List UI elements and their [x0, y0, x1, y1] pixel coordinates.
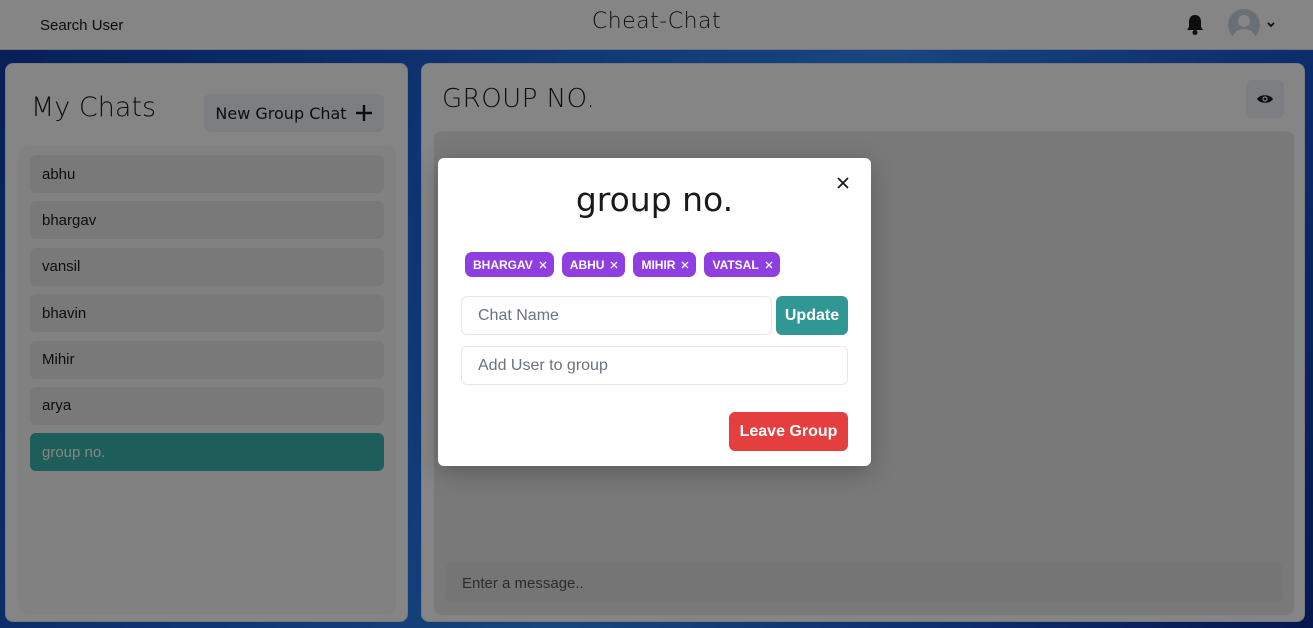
close-button[interactable] — [832, 172, 854, 194]
member-badge: ABHU — [561, 252, 626, 277]
chat-name-input[interactable] — [461, 296, 772, 335]
member-name: ABHU — [569, 257, 605, 272]
member-name: MIHIR — [641, 257, 676, 272]
update-label: Update — [784, 306, 840, 324]
leave-group-label: Leave Group — [739, 422, 838, 440]
update-button[interactable]: Update — [776, 296, 848, 335]
member-badge: MIHIR — [633, 252, 697, 277]
member-name: VATSAL — [712, 257, 759, 272]
member-badges: BHARGAV ABHU MIHIR VATSAL — [465, 252, 780, 277]
leave-group-button[interactable]: Leave Group — [729, 412, 848, 451]
add-user-input[interactable] — [461, 346, 848, 385]
member-badge: VATSAL — [704, 252, 780, 277]
close-icon[interactable] — [609, 260, 619, 270]
close-icon — [837, 177, 849, 189]
close-icon[interactable] — [764, 260, 774, 270]
close-icon[interactable] — [680, 260, 690, 270]
modal-title: group no. — [575, 180, 734, 219]
close-icon[interactable] — [538, 260, 548, 270]
member-name: BHARGAV — [473, 257, 533, 272]
member-badge: BHARGAV — [465, 252, 554, 277]
group-settings-modal: group no. BHARGAV ABHU MIHIR VATSAL Upda… — [438, 158, 871, 466]
